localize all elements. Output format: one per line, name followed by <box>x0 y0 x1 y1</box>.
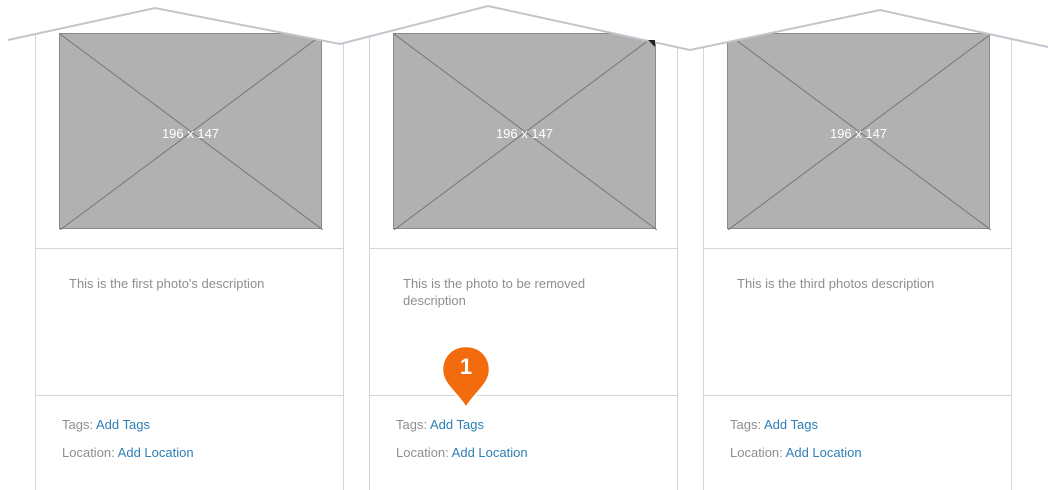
add-location-link[interactable]: Add Location <box>118 445 194 460</box>
annotation-marker: 1 <box>440 344 492 411</box>
torn-top-edge <box>0 0 1048 52</box>
tags-row: Tags: Add Tags <box>62 417 150 432</box>
divider <box>704 248 1011 249</box>
photo-card-3: 196 x 147 This is the third photos descr… <box>703 30 1012 490</box>
location-label: Location: <box>730 445 783 460</box>
photo-description: This is the third photos description <box>737 276 935 291</box>
tags-label: Tags: <box>396 417 428 432</box>
tags-label: Tags: <box>62 417 94 432</box>
photo-description: This is the photo to be removed descript… <box>403 276 586 308</box>
thumbnail-size-label: 196 x 147 <box>495 126 554 141</box>
photo-thumbnail-placeholder[interactable]: 196 x 147 <box>393 33 657 230</box>
photo-description: This is the first photo's description <box>69 276 265 291</box>
divider <box>36 395 343 396</box>
divider <box>704 395 1011 396</box>
tags-row: Tags: Add Tags <box>730 417 818 432</box>
location-row: Location: Add Location <box>62 445 194 460</box>
divider <box>370 395 677 396</box>
location-label: Location: <box>396 445 449 460</box>
photo-thumbnail-placeholder[interactable]: 196 x 147 <box>727 33 991 230</box>
location-label: Location: <box>62 445 115 460</box>
thumbnail-size-label: 196 x 147 <box>829 126 888 141</box>
thumbnail-size-label: 196 x 147 <box>161 126 220 141</box>
divider <box>370 248 677 249</box>
tags-label: Tags: <box>730 417 762 432</box>
tags-row: Tags: Add Tags <box>396 417 484 432</box>
add-tags-link[interactable]: Add Tags <box>764 417 818 432</box>
location-row: Location: Add Location <box>396 445 528 460</box>
annotation-number: 1 <box>459 354 473 379</box>
add-location-link[interactable]: Add Location <box>786 445 862 460</box>
photo-thumbnail-placeholder[interactable]: 196 x 147 <box>59 33 323 230</box>
divider <box>36 248 343 249</box>
location-row: Location: Add Location <box>730 445 862 460</box>
photo-card-1: 196 x 147 This is the first photo's desc… <box>35 30 344 490</box>
add-tags-link[interactable]: Add Tags <box>96 417 150 432</box>
photo-card-2: 196 x 147 This is the photo to be remove… <box>369 30 678 490</box>
add-location-link[interactable]: Add Location <box>452 445 528 460</box>
add-tags-link[interactable]: Add Tags <box>430 417 484 432</box>
